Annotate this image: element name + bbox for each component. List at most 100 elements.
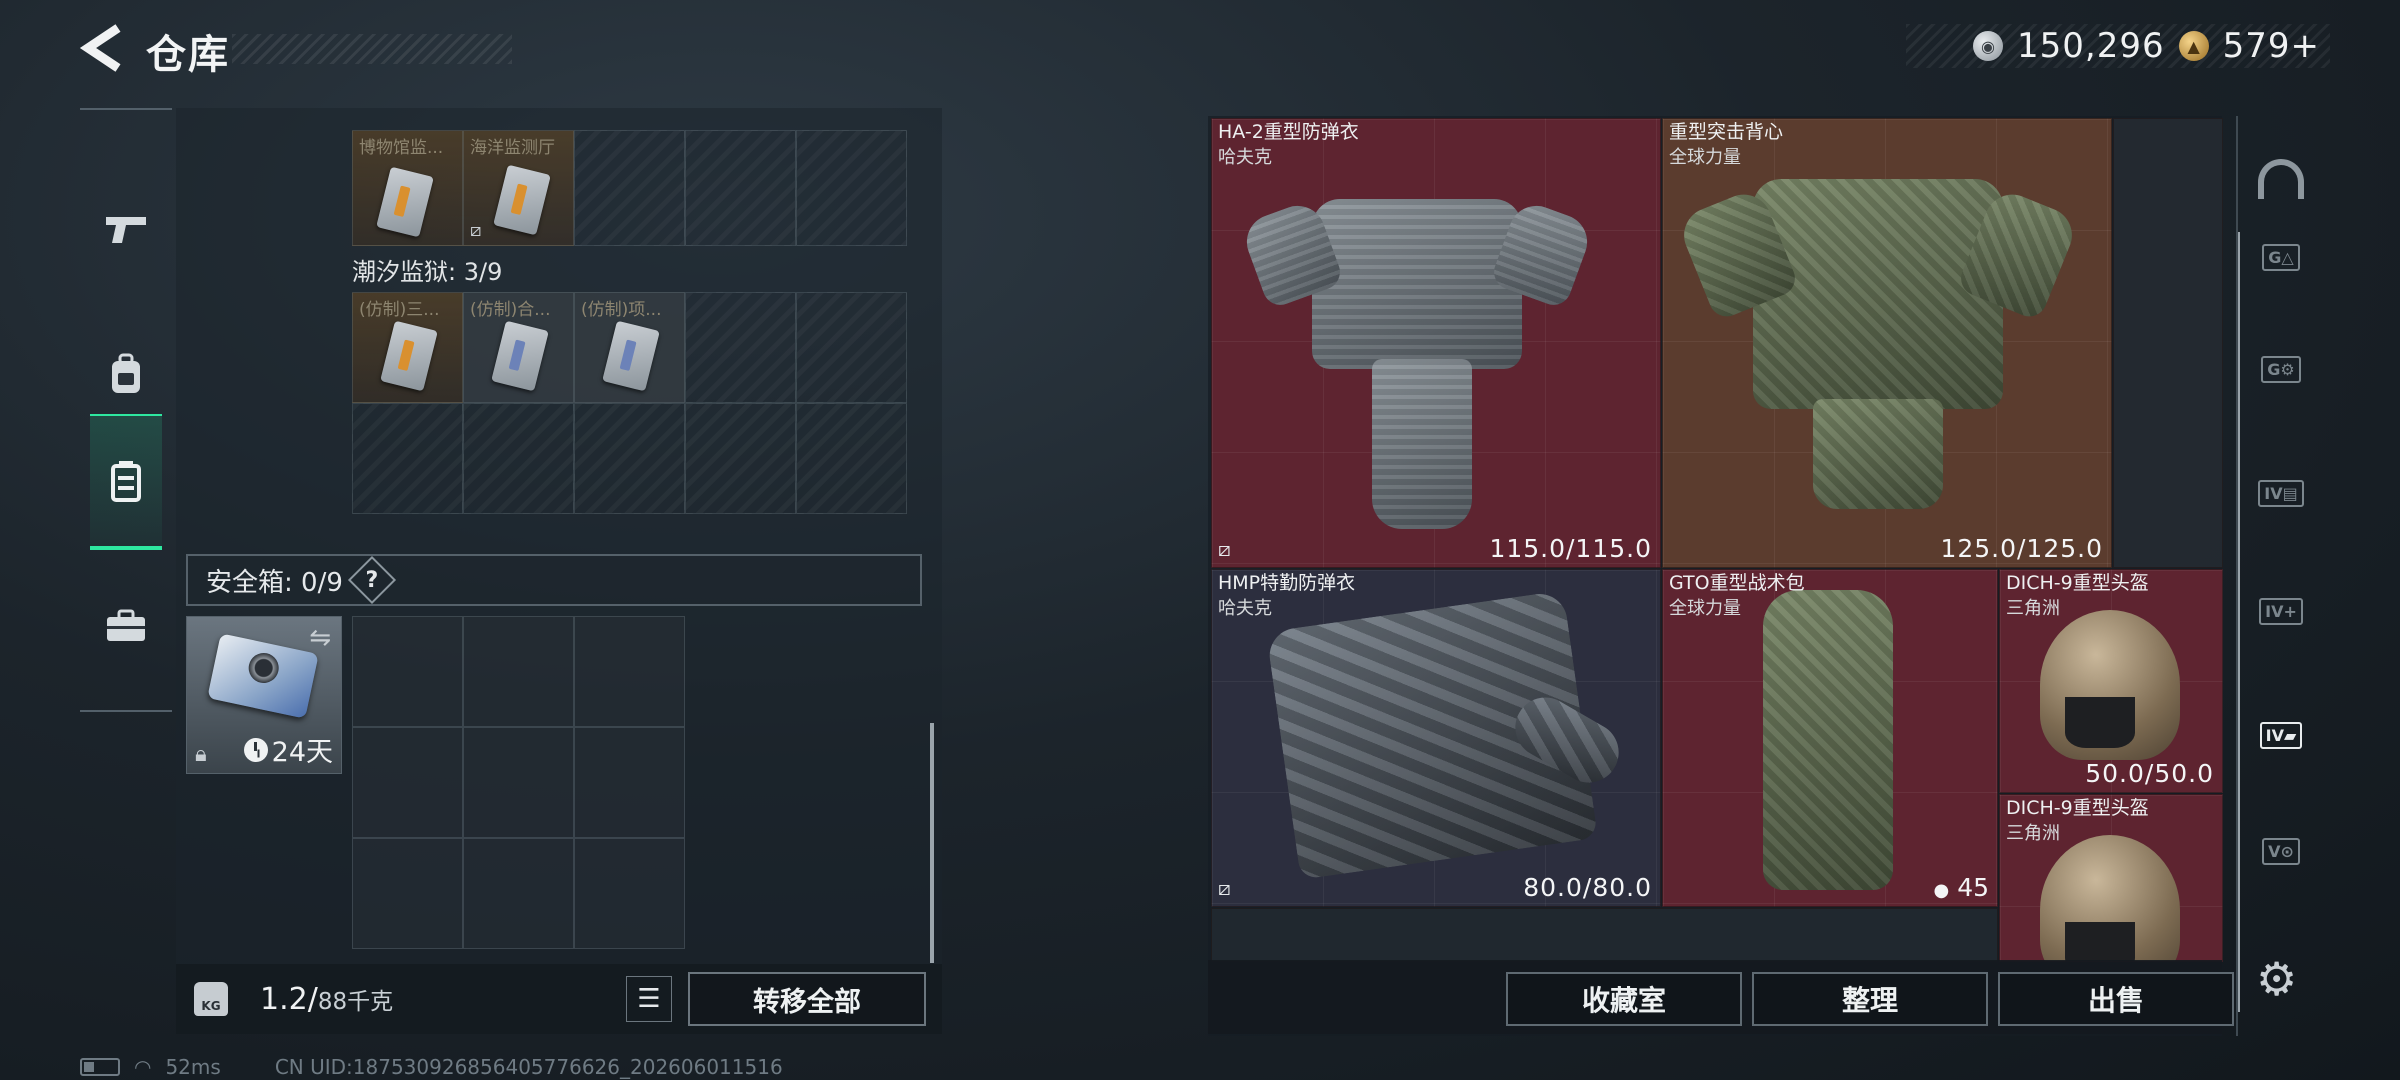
item-count: ● 45 — [1934, 873, 1989, 902]
uid-text: CN UID:187530926856405776626_20260601151… — [274, 1055, 783, 1079]
safe-slot[interactable] — [463, 838, 574, 949]
clock-icon — [243, 737, 268, 762]
sell-button[interactable]: 出售 — [1998, 972, 2234, 1026]
safe-box-item[interactable]: ⇋ 🔒︎ 24天 — [186, 616, 342, 774]
pistol-icon — [106, 217, 146, 243]
rail-category[interactable]: G△ — [2250, 226, 2312, 288]
collection-slot[interactable]: (仿制)三... — [352, 292, 463, 403]
weight-readout: 1.2/88千克 — [260, 982, 393, 1017]
collection-slot[interactable]: (仿制)项... — [574, 292, 685, 403]
empty-slot — [796, 130, 907, 246]
rail-category[interactable]: IV▤ — [2250, 462, 2312, 524]
vest-groin-plate — [1372, 359, 1472, 529]
left-category-nav — [80, 108, 172, 712]
empty-slot — [463, 403, 574, 514]
empty-slot — [685, 403, 796, 514]
rail-category[interactable]: V⊙ — [2250, 820, 2312, 882]
item-durability: 50.0/50.0 — [2085, 759, 2214, 788]
gold-coin-value[interactable]: 579+ — [2223, 26, 2320, 66]
empty-slot — [796, 403, 907, 514]
rail-all[interactable] — [2250, 148, 2312, 210]
item-maker: 三角洲 — [2006, 598, 2060, 619]
item-label: 海洋监测厅 — [470, 138, 555, 158]
safe-slot[interactable] — [352, 616, 463, 727]
silver-coin-value: 150,296 — [2017, 26, 2165, 66]
empty-slot — [574, 130, 685, 246]
arch-icon — [2258, 159, 2304, 199]
bag-capacity-icon: ● — [1933, 880, 1950, 901]
item-durability: 125.0/125.0 — [1940, 534, 2103, 563]
item-tile[interactable]: DICH-9重型头盔 三角洲 50.0/50.0 — [1999, 569, 2223, 793]
status-bar: ◠ 52ms CN UID:187530926856405776626_2026… — [80, 1054, 783, 1080]
safe-slot[interactable] — [352, 727, 463, 838]
list-view-button[interactable]: ☰ — [626, 976, 672, 1022]
safe-slot[interactable] — [574, 727, 685, 838]
empty-slot — [685, 292, 796, 403]
empty-slot-row — [1211, 908, 1998, 962]
toolbox-icon — [107, 609, 145, 641]
currency-bar: ◉ 150,296 ▲ 579+ — [1906, 24, 2330, 68]
collection-room-button[interactable]: 收藏室 — [1506, 972, 1742, 1026]
collection-title: 潮汐监狱: 3/9 — [352, 258, 503, 286]
weight-capacity: 88千克 — [317, 988, 394, 1015]
inventory-panel: HA-2重型防弹衣 哈夫克 ⧄ 115.0/115.0 重型突击背心 全球力量 … — [1208, 116, 2240, 1036]
item-name: DICH-9重型头盔 — [2006, 572, 2149, 594]
transfer-all-button[interactable]: 转移全部 — [688, 972, 926, 1026]
weight-footer: KG 1.2/88千克 ☰ 转移全部 — [176, 964, 942, 1034]
silver-coin-icon: ◉ — [1973, 31, 2003, 61]
item-label: (仿制)合... — [470, 300, 551, 320]
shelf-icon: G△ — [2262, 243, 2300, 271]
lock-icon: 🔒︎ — [195, 742, 207, 767]
safe-box-label: 安全箱: 0/9 — [206, 567, 343, 598]
weight-value: 1.2/ — [260, 981, 318, 1017]
safe-slot[interactable] — [463, 616, 574, 727]
rail-category[interactable]: IV+ — [2250, 580, 2312, 642]
item-tile[interactable]: HMP特勤防弹衣 哈夫克 ⧄ 80.0/80.0 — [1211, 569, 1661, 907]
swap-icon[interactable]: ⇋ — [309, 623, 331, 653]
item-maker: 全球力量 — [1669, 147, 1741, 168]
collectible-card — [380, 320, 438, 392]
item-tile[interactable]: 重型突击背心 全球力量 125.0/125.0 — [1662, 118, 2112, 568]
storage-case-icon — [111, 461, 141, 502]
collection-slot[interactable]: (仿制)合... — [463, 292, 574, 403]
vest-torso — [1753, 179, 2003, 409]
empty-slot — [685, 130, 796, 246]
title-decoration — [232, 34, 512, 64]
inventory-footer: 收藏室 整理 出售 — [1208, 960, 2234, 1034]
item-tile[interactable]: GTO重型战术包 全球力量 ● 45 — [1662, 569, 1998, 907]
rail-category[interactable]: G⚙ — [2250, 338, 2312, 400]
nav-tools[interactable] — [90, 558, 162, 694]
gear-icon[interactable]: ⚙ — [2256, 952, 2297, 1006]
safe-slot[interactable] — [574, 838, 685, 949]
item-maker: 全球力量 — [1669, 598, 1741, 619]
unmarked-flag-icon: ⧄ — [1218, 876, 1231, 900]
item-durability: 80.0/80.0 — [1523, 873, 1652, 902]
item-name: DICH-9重型头盔 — [2006, 797, 2149, 819]
organize-button[interactable]: 整理 — [1752, 972, 1988, 1026]
shelf-icon: V⊙ — [2262, 837, 2300, 865]
empty-slot — [796, 292, 907, 403]
collectible-card — [493, 164, 551, 236]
item-name: HMP特勤防弹衣 — [1218, 572, 1356, 594]
helmet-image — [2040, 610, 2180, 760]
collection-slot[interactable]: 博物馆监... — [352, 130, 463, 246]
item-tile[interactable]: HA-2重型防弹衣 哈夫克 ⧄ 115.0/115.0 — [1211, 118, 1661, 568]
back-button[interactable] — [78, 22, 126, 74]
category-rail: G△ G⚙ IV▤ IV+ IV▰ V⊙ — [2236, 116, 2320, 1036]
safe-slot[interactable] — [574, 616, 685, 727]
empty-slot — [574, 403, 685, 514]
item-name: GTO重型战术包 — [1669, 572, 1805, 594]
rail-category[interactable]: IV▰ — [2250, 704, 2312, 766]
storage-scrollbar[interactable] — [930, 723, 934, 963]
item-label: (仿制)三... — [359, 300, 440, 320]
nav-storage[interactable] — [90, 414, 162, 550]
vest-pouches — [1813, 399, 1943, 509]
safe-slot[interactable] — [352, 838, 463, 949]
safe-slot[interactable] — [463, 727, 574, 838]
item-name: 重型突击背心 — [1669, 121, 1784, 143]
nav-weapons[interactable] — [90, 162, 162, 298]
gold-coin-icon: ▲ — [2178, 31, 2209, 61]
item-tile[interactable]: DICH-9重型头盔 三角洲 — [1999, 794, 2223, 962]
help-icon[interactable]: ? — [347, 555, 396, 605]
collection-slot[interactable]: 海洋监测厅 ⧄ — [463, 130, 574, 246]
